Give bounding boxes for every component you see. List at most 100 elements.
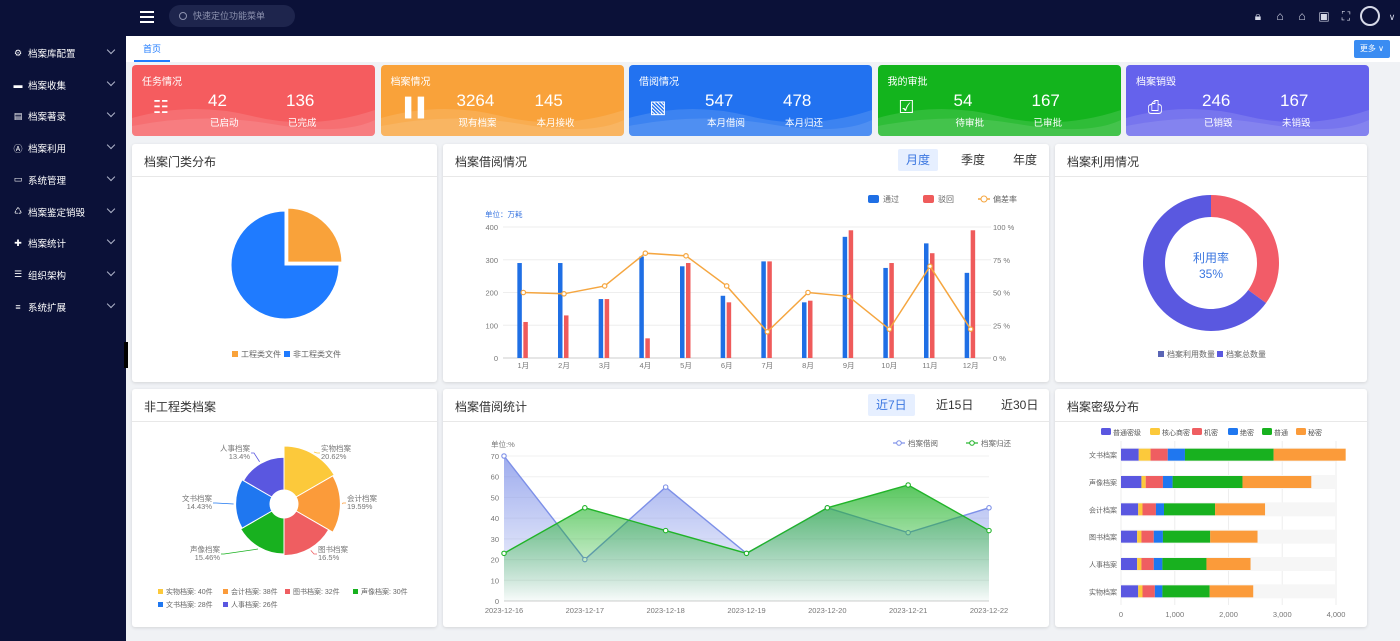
- card-borrow: 档案借阅情况 月度 季度 年度 00 % 100 25 % 200 50 % 300 75 …: [443, 144, 1049, 382]
- binder-icon: ▐▐: [398, 97, 425, 117]
- bar: [889, 263, 894, 358]
- bar: [767, 261, 772, 358]
- menu-toggle-icon[interactable]: [140, 11, 154, 23]
- donut-center-value: 35%: [1199, 267, 1223, 281]
- stacked-bar: [1162, 585, 1210, 598]
- sidebar-item-8[interactable]: ≡ 系统扩展: [0, 291, 126, 323]
- y-tick: 100: [485, 321, 498, 330]
- shredder-icon: ⎙: [1147, 97, 1163, 117]
- shirt-icon[interactable]: ⌂: [1272, 9, 1288, 23]
- monitor-icon: ▭: [13, 174, 23, 185]
- stat-card-1[interactable]: 档案情况 ▐▐ 3264 现有档案 145 本月接收: [380, 65, 624, 136]
- chevron-down-icon: [106, 109, 116, 118]
- stat-number: 54: [953, 91, 973, 110]
- sidebar-item-1[interactable]: ▬ 档案收集: [0, 69, 126, 101]
- y-tick: 人事档案: [1089, 560, 1117, 569]
- x-tick: 6月: [721, 361, 733, 370]
- stat-title: 任务情况: [142, 77, 182, 88]
- stat-number: 478: [783, 91, 812, 110]
- x-tick: 4,000: [1327, 610, 1346, 619]
- stacked-bar: [1121, 530, 1138, 543]
- org-icon: ☰: [13, 269, 23, 280]
- fullscreen-icon[interactable]: ⛶: [1338, 9, 1354, 24]
- bell-icon[interactable]: ⌂: [1294, 9, 1310, 23]
- sidebar-item-6[interactable]: ✚ 档案统计: [0, 227, 126, 259]
- rose-percent: 19.59%: [347, 502, 373, 511]
- y-tick: 0: [494, 354, 498, 363]
- sidebar-item-label: 组织架构: [28, 270, 67, 282]
- bar: [726, 302, 732, 358]
- bar: [686, 263, 691, 358]
- sidebar-collapse-handle[interactable]: [124, 342, 128, 368]
- label-leader: [342, 502, 346, 505]
- stacked-bar: [1121, 448, 1139, 461]
- chevron-down-icon[interactable]: ∨: [1384, 12, 1400, 23]
- y-tick: 文书档案: [1089, 451, 1117, 460]
- label-leader: [213, 502, 234, 505]
- legend-swatch: [1192, 428, 1202, 435]
- stacked-bar: [1138, 585, 1143, 598]
- x-tick: 3,000: [1273, 610, 1292, 619]
- stacked-bar: [1206, 558, 1251, 570]
- y-tick: 300: [485, 256, 498, 265]
- chevron-down-icon: [106, 204, 116, 213]
- chevron-down-icon: [106, 172, 116, 182]
- sidebar-item-label: 档案利用: [28, 144, 67, 156]
- stat-label: 本月归还: [785, 118, 824, 129]
- area-point: [905, 482, 911, 488]
- stat-card-3[interactable]: 我的审批 ☑ 54 待审批 167 已审批: [877, 65, 1121, 136]
- more-button[interactable]: 更多 ∨: [1353, 40, 1390, 58]
- area-point: [824, 505, 831, 511]
- sidebar-item-4[interactable]: ▭ 系统管理: [0, 164, 126, 196]
- sidebar-item-0[interactable]: ⚙ 档案库配置: [0, 37, 126, 69]
- stat-card-2[interactable]: 借阅情况 ▧ 547 本月借阅 478 本月归还: [629, 65, 872, 136]
- stat-title: 我的审批: [887, 77, 928, 88]
- card-borrow-stat: 档案借阅统计 近7日 近15日 近30日 0 10 20 30 40 50 60 70 单位:%…: [443, 389, 1049, 627]
- stat-number: 3264: [456, 91, 495, 110]
- y-tick: 10: [491, 576, 499, 585]
- stacked-bar: [1142, 503, 1156, 516]
- card-category: 档案门类分布 工程类文件 非工程类文件: [132, 144, 437, 382]
- y-tick: 实物档案: [1089, 587, 1117, 596]
- lock-icon[interactable]: 🔒︎: [1250, 9, 1266, 24]
- y-tick: 图书档案: [1089, 533, 1117, 542]
- stat-number: 167: [1280, 91, 1309, 110]
- legend-label: 绝密: [1240, 428, 1254, 437]
- x-tick: 1月: [517, 361, 529, 370]
- stat-card-4[interactable]: 档案销毁 ⎙ 246 已销毁 167 未销毁: [1126, 65, 1369, 136]
- stat-number: 145: [534, 91, 563, 110]
- x-tick: 2023-12-19: [727, 606, 765, 615]
- bar: [558, 263, 563, 358]
- tab-home[interactable]: 首页: [134, 36, 170, 62]
- unit-label: 单位：万耗: [485, 209, 523, 219]
- stacked-bar: [1215, 503, 1266, 516]
- sidebar-item-5[interactable]: ♺ 档案鉴定销毁: [0, 196, 126, 228]
- y-tick: 60: [491, 473, 499, 482]
- legend-swatch: [158, 602, 163, 607]
- stat-card-0[interactable]: 任务情况 ☷ 42 已启动 136 已完成: [132, 65, 375, 136]
- legend-label: 普通: [1274, 428, 1288, 437]
- legend-label: 实物档案: 40件: [166, 587, 213, 596]
- stat-label: 待审批: [955, 118, 985, 129]
- avatar[interactable]: [1360, 6, 1380, 26]
- borrow-area-chart: 0 10 20 30 40 50 60 70 单位:% 2023-12-16 2023-12-17 2…: [485, 438, 1012, 615]
- bar: [680, 266, 685, 358]
- line-point: [601, 283, 608, 289]
- x-tick: 4月: [639, 361, 651, 370]
- sidebar-item-7[interactable]: ☰ 组织架构: [0, 259, 126, 291]
- legend-label: 人事档案: 26件: [231, 600, 278, 609]
- stacked-bar: [1138, 448, 1151, 461]
- label-leader: [310, 550, 317, 555]
- bar: [970, 230, 976, 358]
- bar: [517, 263, 522, 358]
- legend-swatch: [1262, 428, 1272, 435]
- sidebar-item-3[interactable]: Ⓐ 档案利用: [0, 132, 126, 164]
- stat-label: 已销毁: [1204, 118, 1233, 129]
- screen-icon[interactable]: ▣: [1316, 9, 1332, 23]
- legend-label: 文书档案: 28件: [166, 600, 213, 609]
- y-tick: 400: [485, 223, 498, 232]
- sidebar-item-2[interactable]: ▤ 档案著录: [0, 100, 126, 132]
- search-input[interactable]: 快速定位功能菜单: [169, 5, 295, 27]
- bar: [883, 267, 888, 358]
- stacked-bar: [1154, 585, 1163, 598]
